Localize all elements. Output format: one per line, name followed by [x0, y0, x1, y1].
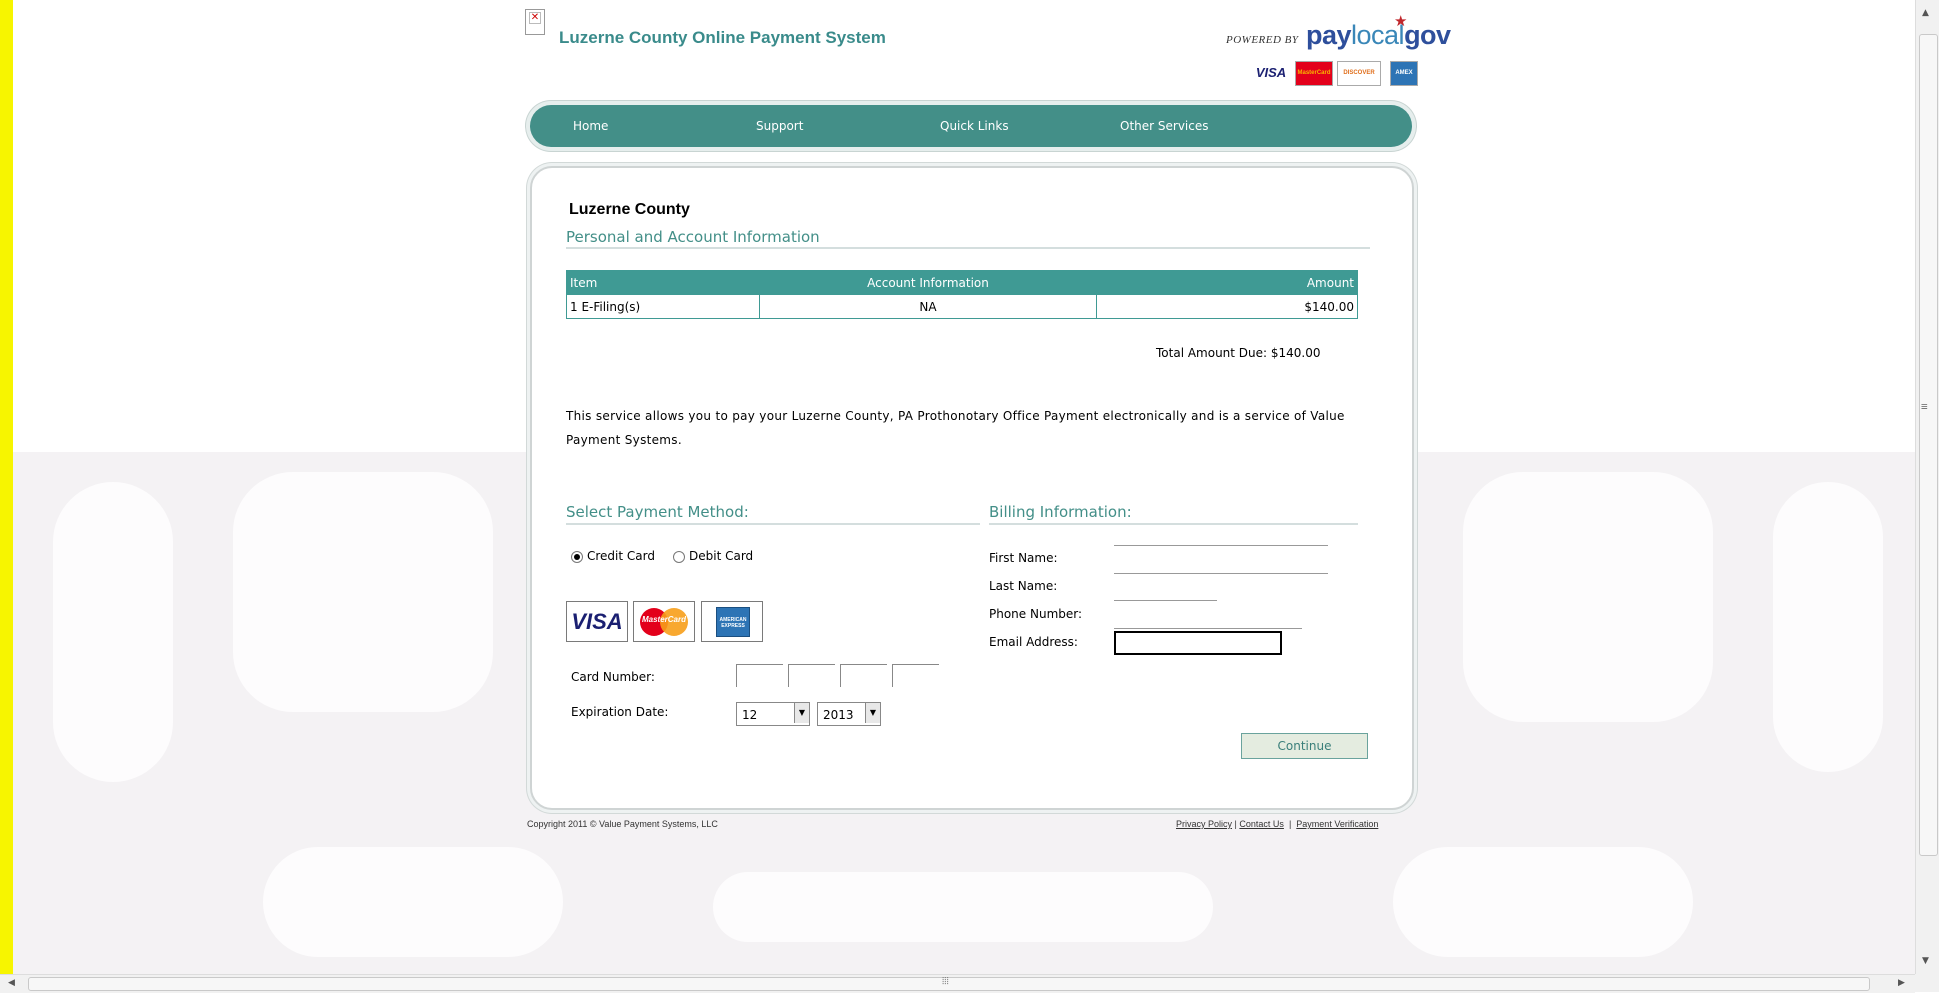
- first-name-label: First Name:: [989, 551, 1058, 565]
- brand-gov-text: gov: [1404, 20, 1451, 50]
- footer-separator: |: [1288, 819, 1292, 829]
- scroll-left-arrow-icon[interactable]: ◀: [8, 978, 15, 988]
- last-name-field[interactable]: [1114, 573, 1328, 596]
- background-shape: [1463, 472, 1713, 722]
- credit-card-radio[interactable]: [571, 551, 583, 563]
- mastercard-text: MasterCard: [641, 615, 686, 624]
- cell-amount: $140.00: [1096, 294, 1358, 319]
- privacy-policy-link[interactable]: Privacy Policy: [1176, 819, 1232, 829]
- amex-logo: AMERICAN EXPRESS: [701, 601, 763, 642]
- scroll-right-arrow-icon[interactable]: ▶: [1898, 978, 1905, 988]
- table-row: 1 E-Filing(s) NA $140.00: [566, 294, 1358, 319]
- email-label: Email Address:: [989, 635, 1078, 649]
- grip-icon: ≡: [1921, 400, 1928, 413]
- credit-card-label[interactable]: Credit Card: [587, 549, 655, 563]
- nav-quick-links[interactable]: Quick Links: [940, 119, 1009, 133]
- exp-month-select[interactable]: 12 ▼: [736, 702, 810, 726]
- last-name-label: Last Name:: [989, 579, 1058, 593]
- contact-us-link[interactable]: Contact Us: [1239, 819, 1284, 829]
- card-number-input-2[interactable]: [788, 664, 835, 687]
- county-heading: Luzerne County: [569, 201, 690, 218]
- broken-image-icon: ✕: [525, 9, 545, 35]
- column-header-item: Item: [566, 270, 760, 295]
- service-description: This service allows you to pay your Luze…: [566, 409, 1345, 447]
- background-shape: [263, 847, 563, 957]
- background-shape: [53, 482, 173, 782]
- horizontal-scrollbar[interactable]: ◀ ⦙⦙⦙ ▶: [0, 974, 1915, 993]
- footer-links: Privacy Policy | Contact Us | Payment Ve…: [1176, 819, 1378, 829]
- exp-month-value: 12: [742, 708, 758, 722]
- copyright-text: Copyright 2011 © Value Payment Systems, …: [527, 819, 718, 829]
- nav-support[interactable]: Support: [756, 119, 803, 133]
- continue-button[interactable]: Continue: [1241, 733, 1368, 759]
- vertical-scrollbar[interactable]: ▲ ≡ ▼: [1915, 0, 1939, 974]
- background-shape: [233, 472, 493, 712]
- debit-card-label[interactable]: Debit Card: [689, 549, 753, 563]
- horizontal-scroll-thumb[interactable]: [28, 977, 1870, 991]
- vertical-scroll-thumb[interactable]: [1919, 34, 1938, 856]
- site-title: Luzerne County Online Payment System: [559, 28, 886, 47]
- chevron-down-icon[interactable]: ▼: [865, 703, 880, 723]
- phone-field[interactable]: [1114, 600, 1217, 623]
- discover-mini-logo: DISCOVER: [1337, 61, 1381, 86]
- phone-label: Phone Number:: [989, 607, 1083, 621]
- mastercard-mini-logo: MasterCard: [1295, 61, 1333, 86]
- card-number-input-4[interactable]: [892, 664, 939, 687]
- card-number-label: Card Number:: [571, 670, 655, 684]
- card-number-input-1[interactable]: [736, 664, 783, 687]
- background-shape: [713, 872, 1213, 942]
- amex-badge: AMERICAN EXPRESS: [716, 607, 750, 637]
- total-amount-due: Total Amount Due: $140.00: [1156, 346, 1321, 360]
- cell-item: 1 E-Filing(s): [566, 294, 760, 319]
- page-left-border: [0, 0, 13, 992]
- amex-text: AMERICAN EXPRESS: [719, 617, 747, 629]
- brand-pay-text: pay: [1306, 20, 1352, 50]
- main-navigation: Home Support Quick Links Other Services: [530, 105, 1412, 147]
- powered-by-label: POWERED BY: [1226, 34, 1299, 46]
- divider: [566, 247, 1370, 249]
- visa-logo: VISA: [566, 601, 628, 642]
- exp-year-select[interactable]: 2013 ▼: [817, 702, 881, 726]
- payment-method-heading: Select Payment Method:: [566, 503, 749, 521]
- expiration-label: Expiration Date:: [571, 705, 669, 719]
- exp-year-value: 2013: [823, 708, 854, 722]
- star-icon: ★: [1394, 12, 1408, 30]
- billing-info-heading: Billing Information:: [989, 503, 1132, 521]
- first-name-field[interactable]: [1114, 545, 1328, 568]
- background-shape: [1393, 847, 1693, 957]
- debit-card-radio[interactable]: [673, 551, 685, 563]
- nav-home[interactable]: Home: [573, 119, 608, 133]
- scrollbar-corner: [1915, 974, 1939, 992]
- mastercard-logo: MasterCard: [633, 601, 695, 642]
- divider: [566, 523, 980, 525]
- grip-icon: ⦙⦙⦙: [942, 976, 949, 987]
- field-line: [1114, 628, 1302, 629]
- payment-verification-link[interactable]: Payment Verification: [1296, 819, 1378, 829]
- column-header-account: Account Information: [759, 270, 1097, 295]
- email-field[interactable]: [1114, 631, 1282, 655]
- cell-account: NA: [759, 294, 1097, 319]
- paylocalgov-logo: paylocalgov: [1306, 20, 1451, 51]
- column-header-amount: Amount: [1096, 270, 1358, 295]
- scroll-down-arrow-icon[interactable]: ▼: [1922, 956, 1929, 966]
- visa-mini-logo: VISA: [1255, 65, 1287, 80]
- card-number-input-3[interactable]: [840, 664, 887, 687]
- divider: [989, 523, 1358, 525]
- nav-other-services[interactable]: Other Services: [1120, 119, 1209, 133]
- chevron-down-icon[interactable]: ▼: [794, 703, 809, 723]
- amex-mini-logo: AMEX: [1390, 61, 1418, 86]
- footer-separator: |: [1234, 819, 1237, 829]
- account-info-heading: Personal and Account Information: [566, 228, 820, 246]
- scroll-up-arrow-icon[interactable]: ▲: [1922, 8, 1929, 18]
- items-table: Item Account Information Amount 1 E-Fili…: [566, 270, 1358, 319]
- background-shape: [1773, 482, 1883, 772]
- table-header-row: Item Account Information Amount: [566, 270, 1358, 295]
